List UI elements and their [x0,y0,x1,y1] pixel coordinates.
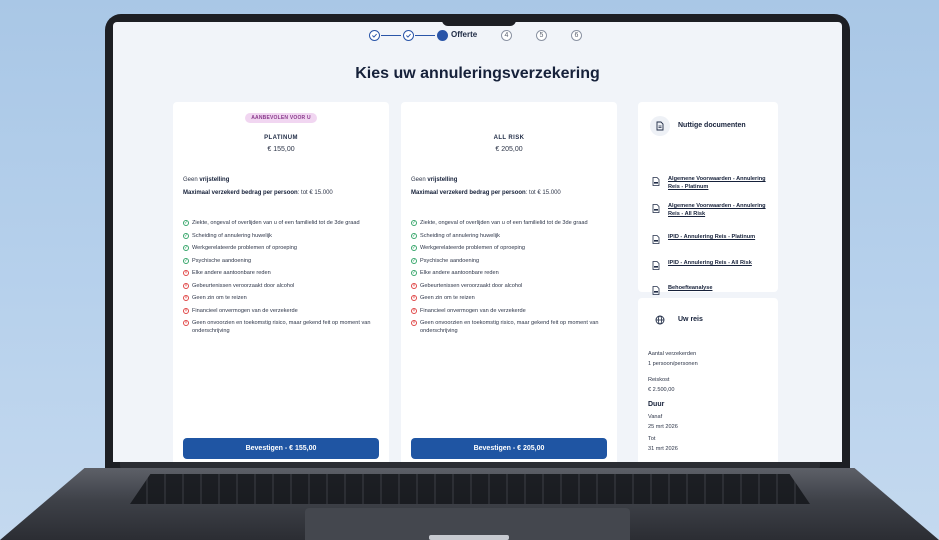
max-amount-info: Maximaal verzekerd bedrag per persoon: t… [411,190,561,196]
feature-list: ✓ Ziekte, ongeval of overlijden van u of … [411,220,611,340]
document-icon [650,116,670,136]
x-circle-icon: × [183,320,189,326]
confirm-platinum-button[interactable]: Bevestigen - € 155,00 [183,438,379,459]
feature-item: × Financieel onvermogen van de verzekerde [183,307,298,314]
step-3-label: Offerte [451,30,478,39]
camera-notch [442,14,516,26]
check-circle-icon: ✓ [411,257,417,264]
x-circle-icon: × [183,295,189,301]
check-circle-icon: ✓ [183,257,189,264]
documents-title: Nuttige documenten [678,122,746,129]
x-circle-icon: × [183,282,189,289]
duration-label: Duur [648,401,665,408]
feature-item: ✓ Ziekte, ongeval of overlijden van u of … [183,220,360,226]
check-circle-icon: ✓ [411,220,417,226]
step-connector [415,35,435,36]
laptop-front-notch [429,535,509,540]
step-6[interactable]: 6 [571,30,582,41]
documents-panel: Nuttige documenten Algemene Voorwaarden … [638,102,778,295]
deductible-info: Geen vrijstelling [183,177,230,183]
check-circle-icon: ✓ [183,245,189,251]
plan-price: € 205,00 [495,146,523,153]
step-1-check[interactable] [369,30,380,41]
x-circle-icon: × [411,307,417,314]
check-circle-icon: ✓ [183,232,189,239]
trip-panel: Uw reis Aantal verzekerden 1 persoon/per… [638,298,778,462]
step-4[interactable]: 4 [501,30,512,41]
feature-item: ✓ Werkgerelateerde problemen of oproeping [183,245,298,251]
feature-item: ✓ Psychische aandoening [183,257,252,264]
step-2-check[interactable] [403,30,414,41]
feature-item: ✓ Ziekte, ongeval of overlijden van u of … [411,220,588,226]
check-circle-icon: ✓ [411,245,417,251]
step-connector [381,35,401,36]
pdf-file-icon [652,204,660,213]
progress-stepper: Offerte 4 5 6 [113,30,842,44]
x-circle-icon: × [411,320,417,326]
step-5[interactable]: 5 [536,30,547,41]
plan-card-all-risk: ALL RISK € 205,00 Geen vrijstelling Maxi… [401,102,617,462]
feature-item: ✓ Scheiding of annulering huwelijk [411,232,500,239]
globe-icon [650,310,670,330]
plan-price: € 155,00 [267,146,295,153]
trip-title: Uw reis [678,316,703,323]
insured-value: 1 persoon/personen [648,361,698,367]
max-amount-info: Maximaal verzekerd bedrag per persoon: t… [183,190,333,196]
pdf-file-icon [652,286,660,295]
plan-card-platinum: AANBEVOLEN VOOR U PLATINUM € 155,00 Geen… [173,102,389,462]
keyboard [130,474,810,504]
feature-item: ✓ Elke andere aantoonbare reden [411,270,499,276]
x-circle-icon: × [411,295,417,301]
from-value: 25 mrt 2026 [648,424,678,430]
pdf-file-icon [652,261,660,270]
feature-item: × Financieel onvermogen van de verzekerde [411,307,526,314]
plan-name: PLATINUM [264,135,298,141]
pdf-file-icon [652,177,660,186]
cost-value: € 2.500,00 [648,387,675,393]
feature-item: × Elke andere aantoonbare reden [183,270,271,276]
feature-list: ✓ Ziekte, ongeval of overlijden van u of … [183,220,383,340]
x-circle-icon: × [183,270,189,276]
check-circle-icon: ✓ [411,232,417,239]
check-circle-icon: ✓ [411,270,417,276]
deductible-info: Geen vrijstelling [411,177,458,183]
x-circle-icon: × [411,282,417,289]
check-circle-icon: ✓ [183,220,189,226]
plan-name: ALL RISK [493,135,525,141]
screen: Offerte 4 5 6 Kies uw annuleringsverzeke… [113,22,842,462]
recommended-badge: AANBEVOLEN VOOR U [245,113,317,123]
feature-item: ✓ Scheiding of annulering huwelijk [183,232,272,239]
page-title: Kies uw annuleringsverzekering [355,65,600,82]
feature-item: ✓ Psychische aandoening [411,257,480,264]
from-label: Vanaf [648,414,663,420]
step-3-active[interactable] [437,30,448,41]
x-circle-icon: × [183,307,189,314]
feature-item: × Geen onvoorzien en toekomstig risico, m… [183,320,371,334]
cost-label: Reiskost [648,377,670,383]
feature-item: × Geen zin om te reizen [411,295,475,301]
feature-item: ✓ Werkgerelateerde problemen of oproeping [411,245,526,251]
to-value: 31 mrt 2026 [648,446,678,452]
insured-label: Aantal verzekerden [648,351,697,357]
to-label: Tot [648,436,656,442]
feature-item: × Geen zin om te reizen [183,295,247,301]
confirm-all-risk-button[interactable]: Bevestigen - € 205,00 [411,438,607,459]
feature-item: × Gebeurtenissen veroorzaakt door alcohol [183,282,295,289]
feature-item: × Gebeurtenissen veroorzaakt door alcohol [411,282,523,289]
pdf-file-icon [652,235,660,244]
feature-item: × Geen onvoorzien en toekomstig risico, m… [411,320,599,334]
